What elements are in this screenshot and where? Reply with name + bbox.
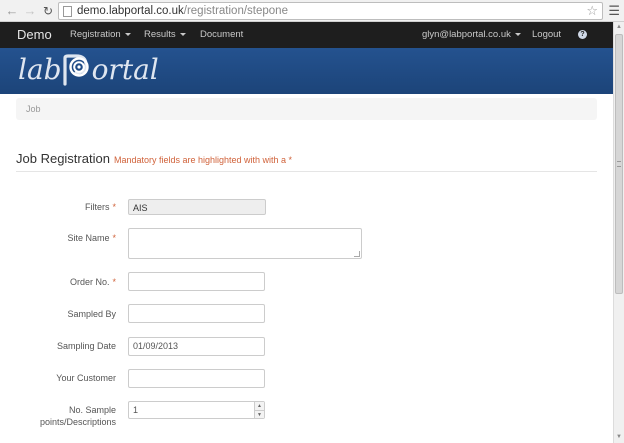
nav-user-menu[interactable]: glyn@labportal.co.uk — [422, 22, 521, 47]
labportal-logo[interactable]: lab ortal — [18, 54, 159, 88]
order-no-label: Order No. * — [16, 276, 116, 288]
browser-menu-icon[interactable]: ☰ — [608, 3, 620, 18]
breadcrumb-item-job: Job — [26, 104, 41, 114]
required-marker: * — [112, 277, 116, 287]
sample-points-label-line2: points/Descriptions — [39, 417, 116, 427]
nav-registration[interactable]: Registration — [70, 22, 131, 47]
chevron-down-icon — [179, 32, 186, 36]
sampling-date-label: Sampling Date — [56, 341, 116, 351]
scroll-grip-icon — [617, 161, 621, 167]
page-scrollbar[interactable]: ▲ ▼ — [613, 22, 624, 443]
help-icon[interactable]: ? — [578, 30, 587, 39]
header-banner: lab ortal — [0, 48, 614, 94]
sampling-date-input[interactable]: 01/09/2013 — [128, 337, 265, 356]
nav-registration-label: Registration — [70, 29, 121, 40]
required-marker: * — [112, 233, 116, 243]
browser-window: ← → ↻ demo.labportal.co.uk/registration/… — [0, 0, 624, 443]
your-customer-label: Your Customer — [56, 373, 116, 383]
address-bar[interactable]: demo.labportal.co.uk/registration/stepon… — [58, 2, 603, 20]
your-customer-input[interactable] — [128, 369, 265, 388]
url-path: /registration/stepone — [183, 5, 288, 17]
site-name-textarea[interactable] — [128, 228, 362, 259]
page-icon — [63, 6, 72, 17]
order-no-input[interactable] — [128, 272, 265, 291]
scroll-up-icon[interactable]: ▲ — [614, 22, 624, 33]
page-heading: Job Registration Mandatory fields are hig… — [16, 150, 597, 172]
nav-results-label: Results — [144, 29, 176, 40]
filters-label: Filters * — [16, 201, 116, 213]
resize-grip-icon[interactable] — [354, 251, 360, 257]
chevron-down-icon — [514, 32, 521, 36]
forward-icon[interactable]: → — [22, 3, 38, 19]
sample-points-label: No. Sample points/Descriptions — [16, 404, 116, 428]
page-title: Job Registration — [16, 151, 110, 166]
sample-points-label-line1: No. Sample — [68, 405, 116, 415]
stepper-controls[interactable]: ▲ ▼ — [254, 402, 264, 418]
nav-results[interactable]: Results — [144, 22, 186, 47]
user-email: glyn@labportal.co.uk — [422, 29, 511, 40]
sample-points-stepper[interactable]: 1 ▲ ▼ — [128, 401, 265, 419]
filters-label-text: Filters — [84, 202, 110, 212]
scroll-thumb[interactable] — [615, 34, 623, 294]
reload-icon[interactable]: ↻ — [40, 3, 56, 19]
stepper-down-icon[interactable]: ▼ — [255, 410, 264, 418]
nav-document[interactable]: Document — [200, 22, 243, 47]
scroll-down-icon[interactable]: ▼ — [614, 432, 624, 443]
chevron-down-icon — [124, 32, 131, 36]
logout-link[interactable]: Logout — [532, 22, 561, 47]
top-navbar: Demo Registration Results Document glyn@… — [0, 22, 614, 48]
navbar-brand[interactable]: Demo — [17, 22, 52, 47]
sampled-by-label: Sampled By — [67, 309, 116, 319]
logo-swirl-icon — [62, 54, 92, 86]
sampled-by-input[interactable] — [128, 304, 265, 323]
bookmark-star-icon[interactable]: ☆ — [586, 3, 598, 19]
order-no-label-text: Order No. — [69, 277, 110, 287]
logo-text-ortal: ortal — [91, 53, 159, 86]
site-name-label: Site Name * — [16, 232, 116, 244]
sample-points-value: 1 — [133, 405, 139, 415]
required-marker: * — [112, 202, 116, 212]
browser-toolbar: ← → ↻ demo.labportal.co.uk/registration/… — [0, 0, 624, 22]
url-host: demo.labportal.co.uk — [77, 5, 184, 17]
breadcrumb: Job — [16, 98, 597, 120]
filters-field[interactable]: AIS — [128, 199, 266, 215]
logo-text-lab: lab — [18, 53, 62, 86]
back-icon[interactable]: ← — [4, 3, 20, 19]
mandatory-note: Mandatory fields are highlighted with wi… — [113, 155, 293, 165]
stepper-up-icon[interactable]: ▲ — [255, 402, 264, 410]
site-name-label-text: Site Name — [67, 233, 110, 243]
